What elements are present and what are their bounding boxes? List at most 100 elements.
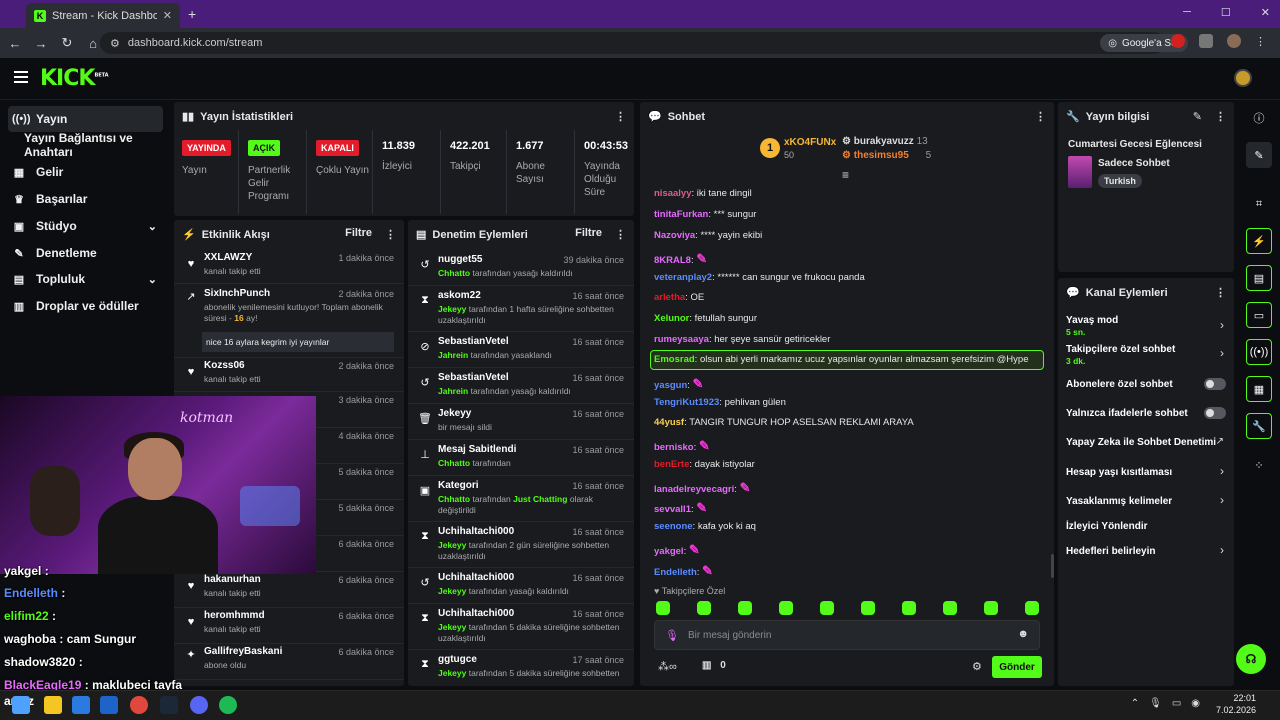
- leader-name[interactable]: xKO4FUNx: [784, 137, 836, 148]
- nav-item-gelir[interactable]: ▦ Gelir: [8, 159, 163, 185]
- chat-username[interactable]: bernisko: [654, 442, 694, 453]
- more-options-icon[interactable]: ⋮: [615, 110, 626, 123]
- chat-username[interactable]: benErte: [654, 459, 689, 470]
- chevron-right-icon[interactable]: ›: [1220, 318, 1224, 332]
- nav-item-topluluk[interactable]: ▤ Topluluk ⌄: [8, 266, 163, 292]
- chat-username[interactable]: seenone: [654, 521, 693, 532]
- browser-tab[interactable]: K Stream - Kick Dashboard ✕: [26, 3, 180, 28]
- chevron-right-icon[interactable]: ›: [1220, 464, 1224, 478]
- chat-username[interactable]: TengriKut1923: [654, 397, 719, 408]
- extension-icon[interactable]: [1171, 34, 1185, 48]
- user-avatar[interactable]: [1234, 69, 1252, 87]
- lightning-icon[interactable]: ⚡: [1246, 228, 1272, 254]
- expand-leaderboard-icon[interactable]: ≡: [842, 168, 849, 182]
- chat-username[interactable]: 44yusf: [654, 417, 684, 428]
- store-icon[interactable]: [72, 696, 90, 714]
- nav-item-denetleme[interactable]: ✎ Denetleme: [8, 240, 163, 266]
- chat-username[interactable]: yasgun: [654, 380, 687, 391]
- quick-emote-icon[interactable]: [1025, 601, 1039, 615]
- chat-username[interactable]: nisaalyy: [654, 188, 692, 199]
- quick-emote-icon[interactable]: [738, 601, 752, 615]
- chevron-right-icon[interactable]: ›: [1220, 493, 1224, 507]
- emoji-icon[interactable]: ☻: [1017, 628, 1029, 640]
- layout-icon[interactable]: ▦: [1246, 376, 1272, 402]
- chat-username[interactable]: rumeysaaya: [654, 334, 709, 345]
- chat-username[interactable]: Xelunor: [654, 313, 689, 324]
- close-tab-icon[interactable]: ✕: [163, 9, 172, 22]
- forward-icon[interactable]: →: [28, 36, 54, 51]
- chat-username[interactable]: lanadelreyvecagri: [654, 484, 734, 495]
- subscribers-only-toggle[interactable]: [1204, 378, 1226, 390]
- url-field[interactable]: ⚙ dashboard.kick.com/stream ☆: [100, 32, 1165, 54]
- microphone-icon[interactable]: 🎙: [665, 629, 679, 642]
- quick-emote-icon[interactable]: [656, 601, 670, 615]
- file-explorer-icon[interactable]: [44, 696, 62, 714]
- chat-bubble-icon[interactable]: ▭: [1246, 302, 1272, 328]
- spotify-icon[interactable]: [219, 696, 237, 714]
- pencil-icon[interactable]: ✎: [1246, 142, 1272, 168]
- menu-kebab-icon[interactable]: ⋮: [1255, 35, 1266, 48]
- chat-username[interactable]: sevvall1: [654, 504, 691, 515]
- clipboard-icon[interactable]: ▤: [1246, 265, 1272, 291]
- more-options-icon[interactable]: ⋮: [1215, 110, 1226, 123]
- filter-button[interactable]: Filtre: [575, 227, 602, 239]
- quick-emote-icon[interactable]: [902, 601, 916, 615]
- leader-name[interactable]: ⚙ burakyavuzz 13: [842, 136, 928, 147]
- chat-username[interactable]: arletha: [654, 292, 685, 303]
- chat-username[interactable]: 8KRAL8: [654, 255, 691, 266]
- wrench-icon[interactable]: 🔧: [1246, 413, 1272, 439]
- close-window-icon[interactable]: ✕: [1261, 6, 1270, 19]
- chat-username[interactable]: Emosrad: [654, 354, 695, 365]
- chat-scrollbar[interactable]: [1051, 554, 1054, 578]
- more-options-icon[interactable]: ⋮: [1215, 286, 1226, 299]
- nav-item-stream-key[interactable]: Yayın Bağlantısı ve Anahtarı: [8, 131, 163, 159]
- quick-emote-icon[interactable]: [861, 601, 875, 615]
- apps-icon[interactable]: ⁘: [1246, 452, 1272, 478]
- start-icon[interactable]: [12, 696, 30, 714]
- emote-only-toggle[interactable]: [1204, 407, 1226, 419]
- leader-name[interactable]: ⚙ thesimsu95 5: [842, 150, 931, 161]
- support-headset-icon[interactable]: ☊: [1236, 644, 1266, 674]
- more-options-icon[interactable]: ⋮: [385, 228, 396, 241]
- site-info-icon[interactable]: ⚙: [110, 37, 120, 50]
- profile-avatar[interactable]: [1227, 34, 1241, 48]
- info-icon[interactable]: ⓘ: [1246, 105, 1272, 131]
- more-options-icon[interactable]: ⋮: [615, 228, 626, 241]
- minimize-icon[interactable]: ─: [1183, 6, 1191, 19]
- raid-setting[interactable]: İzleyici Yönlendir: [1066, 521, 1148, 532]
- followers-only-setting[interactable]: Takipçilere özel sohbet 3 dk.: [1066, 344, 1175, 366]
- discord-icon[interactable]: [190, 696, 208, 714]
- banned-words-setting[interactable]: Yasaklanmış kelimeler: [1066, 496, 1172, 507]
- back-icon[interactable]: ←: [2, 36, 28, 51]
- nav-item-droplar[interactable]: ▥ Droplar ve ödüller: [8, 293, 163, 319]
- broadcast-icon[interactable]: ((•)): [1246, 339, 1272, 365]
- system-tray[interactable]: ⌃🎙▭◉: [1131, 698, 1210, 709]
- slow-mode-setting[interactable]: Yavaş mod 5 sn.: [1066, 315, 1118, 337]
- chevron-right-icon[interactable]: ›: [1220, 543, 1224, 557]
- goals-setting[interactable]: Hedefleri belirleyin: [1066, 546, 1155, 557]
- outlook-icon[interactable]: [100, 696, 118, 714]
- nav-item-yayin[interactable]: ((•)) Yayın: [8, 106, 163, 132]
- account-age-setting[interactable]: Hesap yaşı kısıtlaması: [1066, 467, 1172, 478]
- chat-username[interactable]: Endelleth: [654, 567, 697, 578]
- chat-username[interactable]: tinitaFurkan: [654, 209, 708, 220]
- points-icon[interactable]: ⁂∞: [658, 660, 677, 673]
- maximize-icon[interactable]: ☐: [1221, 6, 1231, 19]
- chat-settings-gear-icon[interactable]: ⚙: [972, 660, 982, 673]
- puzzle-icon[interactable]: [1199, 34, 1213, 48]
- chrome-icon[interactable]: [130, 696, 148, 714]
- reload-icon[interactable]: ↻: [54, 35, 80, 51]
- chat-username[interactable]: yakgel: [654, 546, 684, 557]
- focus-icon[interactable]: ⌗: [1246, 191, 1272, 217]
- edit-pencil-icon[interactable]: ✎: [1193, 110, 1202, 123]
- nav-item-studyo[interactable]: ▣ Stüdyo ⌄: [8, 213, 163, 239]
- external-link-icon[interactable]: ↗: [1216, 436, 1224, 447]
- taskbar-clock[interactable]: 22:01 7.02.2026: [1216, 692, 1256, 716]
- more-options-icon[interactable]: ⋮: [1035, 110, 1046, 123]
- chat-username[interactable]: Nazoviya: [654, 230, 695, 241]
- filter-button[interactable]: Filtre: [345, 227, 372, 239]
- quick-emote-icon[interactable]: [779, 601, 793, 615]
- chevron-right-icon[interactable]: ›: [1220, 346, 1224, 360]
- new-tab-button[interactable]: +: [188, 6, 196, 22]
- steam-icon[interactable]: [160, 696, 178, 714]
